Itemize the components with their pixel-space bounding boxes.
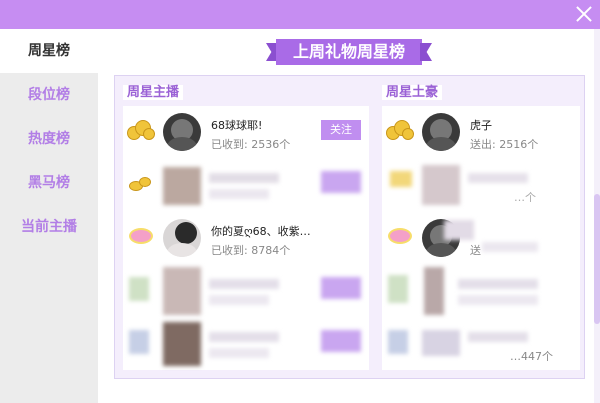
rank-2-icon — [127, 171, 155, 195]
list-item[interactable]: 你的夏ღ68、收紫… 已收到: 8784个 — [123, 212, 369, 265]
sidebar-item-current-host[interactable]: 当前主播 — [0, 205, 98, 249]
list-item[interactable] — [123, 318, 369, 371]
follow-button[interactable]: 关注 — [321, 120, 361, 140]
blurred-count — [482, 242, 538, 252]
ribbon-right-decoration — [420, 43, 432, 61]
list-item[interactable] — [382, 265, 580, 318]
sidebar-item-dark-horse[interactable]: 黑马榜 — [0, 161, 98, 205]
list-item[interactable] — [123, 159, 369, 212]
follow-button[interactable] — [321, 171, 361, 193]
blurred-name — [468, 173, 528, 183]
follow-button[interactable] — [321, 277, 361, 299]
received-count: 已收到: 8784个 — [211, 244, 291, 257]
list-item[interactable]: …个 — [382, 159, 580, 212]
sent-count: 送 — [470, 244, 481, 257]
host-list: 68球球耶! 已收到: 2536个 关注 你的夏ღ68、收紫… 已收到: 878… — [123, 106, 369, 370]
host-name: 68球球耶! — [211, 119, 263, 132]
avatar[interactable] — [422, 330, 460, 356]
rank-icon — [129, 330, 149, 354]
blurred-name — [209, 332, 279, 342]
rank-icon — [129, 277, 149, 301]
list-item[interactable]: 送 — [382, 212, 580, 265]
blurred-count — [458, 295, 538, 305]
blurred-name — [468, 332, 528, 342]
blurred-name — [458, 279, 538, 289]
weekly-star-tycoon-column: 周星土豪 虎子 送出: 2516个 …个 送 …447个 — [382, 82, 580, 372]
host-name: 你的夏ღ68、收紫… — [211, 225, 311, 238]
scrollbar[interactable] — [594, 29, 600, 403]
avatar[interactable] — [163, 167, 201, 205]
column-title: 周星主播 — [123, 82, 369, 104]
title-bar — [0, 0, 600, 29]
list-item[interactable]: …447个 — [382, 318, 580, 371]
blurred-count — [209, 295, 269, 305]
rank-icon — [388, 330, 408, 354]
avatar[interactable] — [163, 113, 201, 151]
avatar[interactable] — [163, 219, 201, 257]
column-title: 周星土豪 — [382, 82, 580, 104]
weekly-star-host-column: 周星主播 68球球耶! 已收到: 2536个 关注 你的夏ღ68、收紫… 已收到… — [123, 82, 369, 372]
rank-3-flower-icon — [127, 224, 155, 248]
sidebar: 周星榜 段位榜 热度榜 黑马榜 当前主播 — [0, 29, 98, 403]
leaderboard-panel: 周星主播 68球球耶! 已收到: 2536个 关注 你的夏ღ68、收紫… 已收到… — [114, 75, 585, 379]
blurred-overlay — [444, 220, 474, 240]
close-icon[interactable] — [576, 6, 592, 22]
received-count: 已收到: 2536个 — [211, 138, 291, 151]
list-item[interactable] — [123, 265, 369, 318]
rank-icon — [390, 171, 412, 187]
avatar[interactable] — [163, 322, 201, 366]
sent-count: 送出: 2516个 — [470, 138, 539, 151]
rank-3-flower-icon — [386, 224, 414, 248]
rank-1-crown-icon — [127, 118, 155, 142]
blurred-name — [209, 173, 279, 183]
avatar[interactable] — [424, 267, 444, 315]
sidebar-item-popularity[interactable]: 热度榜 — [0, 117, 98, 161]
main-panel: 上周礼物周星榜 周星主播 68球球耶! 已收到: 2536个 关注 你的夏ღ68… — [98, 29, 600, 403]
user-name: 虎子 — [470, 119, 492, 132]
follow-button[interactable] — [321, 330, 361, 352]
blurred-count — [209, 189, 269, 199]
avatar[interactable] — [422, 165, 460, 205]
sidebar-item-rank-tier[interactable]: 段位榜 — [0, 73, 98, 117]
sent-count: …447个 — [510, 350, 553, 363]
page-title-banner: 上周礼物周星榜 — [266, 39, 432, 65]
avatar[interactable] — [163, 267, 201, 315]
rank-1-crown-icon — [386, 118, 414, 142]
blurred-name — [209, 279, 279, 289]
sidebar-item-weekly-star[interactable]: 周星榜 — [0, 29, 98, 73]
scrollbar-thumb[interactable] — [594, 194, 600, 324]
list-item[interactable]: 68球球耶! 已收到: 2536个 关注 — [123, 106, 369, 159]
sent-count: …个 — [514, 191, 536, 204]
page-title: 上周礼物周星榜 — [276, 39, 422, 65]
rank-icon — [388, 275, 408, 303]
blurred-count — [209, 348, 269, 358]
list-item[interactable]: 虎子 送出: 2516个 — [382, 106, 580, 159]
avatar[interactable] — [422, 113, 460, 151]
tycoon-list: 虎子 送出: 2516个 …个 送 …447个 — [382, 106, 580, 370]
